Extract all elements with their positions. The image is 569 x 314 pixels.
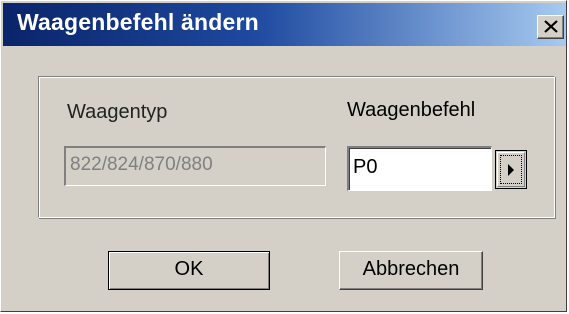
waagenbefehl-label: Waagenbefehl [347, 99, 476, 121]
cancel-button[interactable]: Abbrechen [339, 251, 483, 290]
waagenbefehl-input[interactable]: P0 [347, 146, 492, 191]
dialog-window: Waagenbefehl ändern Waagentyp 822/824/87… [0, 0, 567, 312]
close-icon [544, 20, 558, 33]
title-bar[interactable]: Waagenbefehl ändern [3, 3, 566, 46]
ok-button[interactable]: OK [108, 251, 270, 290]
waagenbefehl-menu-button[interactable] [495, 150, 527, 189]
waagentyp-label: Waagentyp [67, 101, 168, 123]
arrow-right-icon [508, 164, 514, 176]
waagentyp-field: 822/824/870/880 [64, 146, 326, 186]
window-title: Waagenbefehl ändern [17, 9, 259, 35]
close-button[interactable] [537, 15, 564, 39]
